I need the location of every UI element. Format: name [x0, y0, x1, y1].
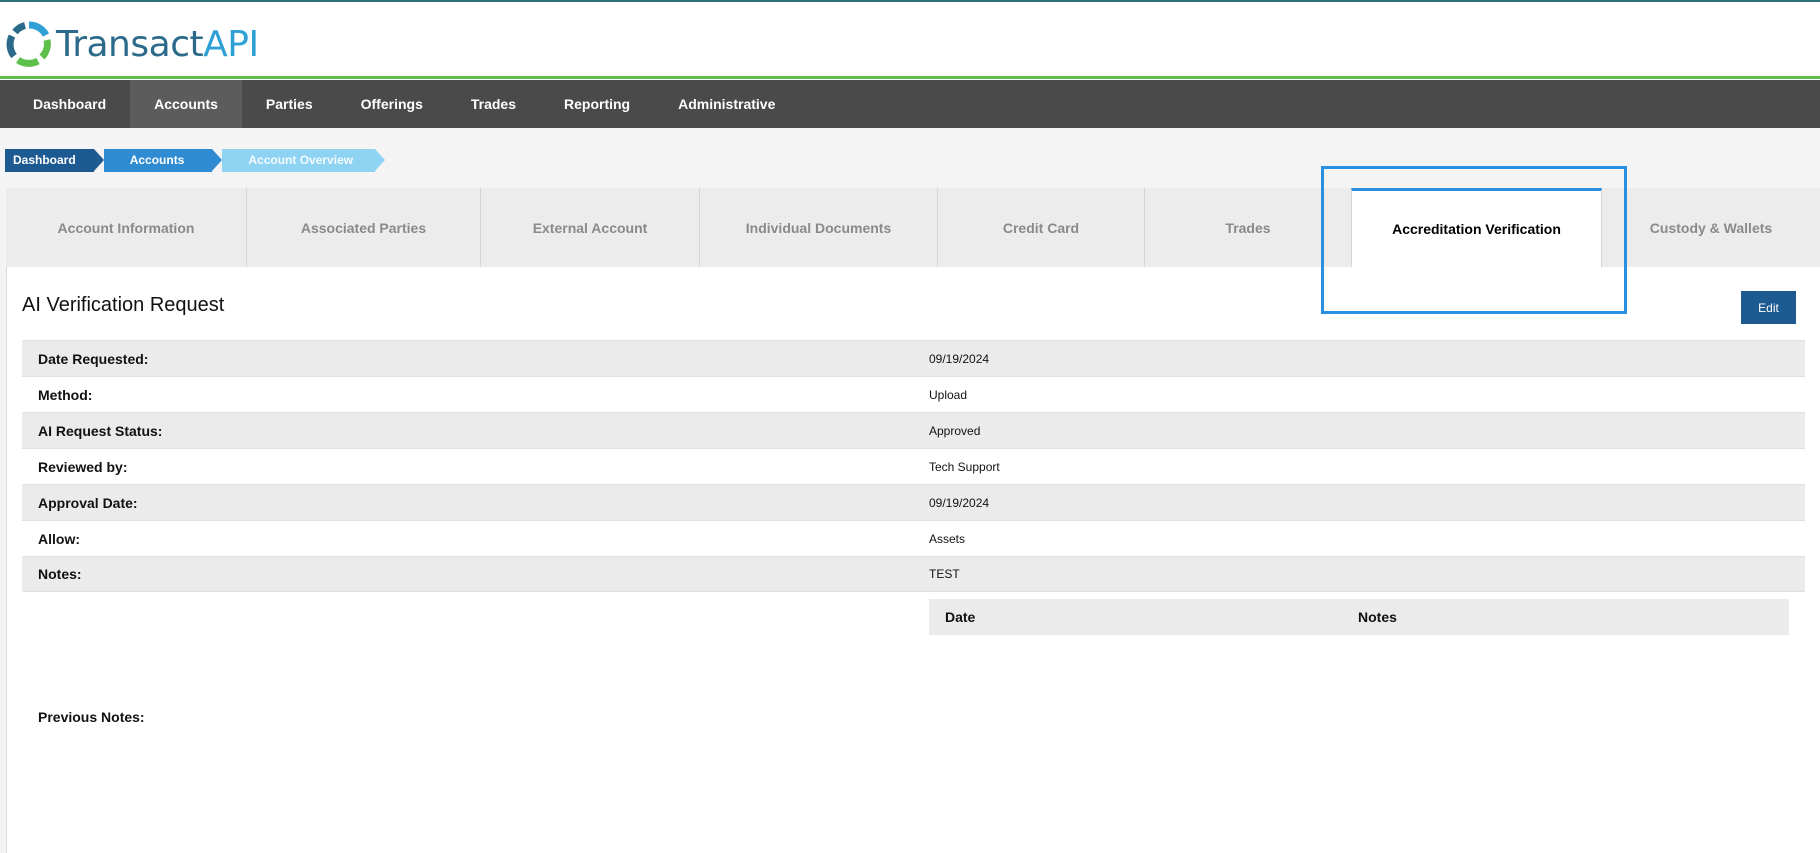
- detail-row-method: Method: Upload: [22, 376, 1805, 412]
- detail-label: Allow:: [38, 530, 80, 547]
- notes-col-notes: Notes: [1358, 609, 1397, 625]
- edit-button[interactable]: Edit: [1741, 291, 1796, 324]
- app-header: TransactAPI: [0, 2, 1820, 79]
- nav-accounts[interactable]: Accounts: [130, 80, 242, 128]
- nav-parties[interactable]: Parties: [242, 80, 337, 128]
- tab-accreditation-verification[interactable]: Accreditation Verification: [1351, 188, 1602, 267]
- detail-label: Method:: [38, 386, 93, 403]
- detail-value: Upload: [929, 387, 968, 402]
- nav-administrative[interactable]: Administrative: [654, 80, 799, 128]
- breadcrumb-dashboard[interactable]: Dashboard: [5, 149, 104, 172]
- detail-label: AI Request Status:: [38, 422, 163, 439]
- detail-row-reviewed-by: Reviewed by: Tech Support: [22, 448, 1805, 484]
- details-list: Date Requested: 09/19/2024 Method: Uploa…: [22, 340, 1805, 592]
- tab-trades[interactable]: Trades: [1145, 188, 1351, 267]
- detail-value: Tech Support: [929, 459, 1000, 474]
- logo[interactable]: TransactAPI: [6, 20, 259, 68]
- breadcrumb-account-overview: Account Overview: [222, 149, 385, 172]
- nav-dashboard[interactable]: Dashboard: [0, 80, 130, 128]
- detail-label: Approval Date:: [38, 494, 138, 511]
- detail-row-notes: Notes: TEST: [22, 556, 1805, 592]
- detail-value: TEST: [929, 567, 960, 581]
- account-tabs: Account Information Associated Parties E…: [6, 188, 1820, 267]
- detail-label: Notes:: [38, 566, 82, 582]
- nav-offerings[interactable]: Offerings: [337, 80, 447, 128]
- breadcrumb-accounts[interactable]: Accounts: [103, 149, 223, 172]
- tab-associated-parties[interactable]: Associated Parties: [247, 188, 481, 267]
- detail-label: Reviewed by:: [38, 458, 128, 475]
- tab-account-information[interactable]: Account Information: [6, 188, 247, 267]
- detail-value: Assets: [929, 531, 966, 546]
- detail-row-ai-request-status: AI Request Status: Approved: [22, 412, 1805, 448]
- tab-external-account[interactable]: External Account: [481, 188, 700, 267]
- detail-label: Date Requested:: [38, 350, 149, 367]
- section-title: AI Verification Request: [22, 294, 225, 316]
- previous-notes-label: Previous Notes:: [38, 709, 145, 725]
- breadcrumb: Dashboard Accounts Account Overview: [5, 149, 385, 172]
- detail-row-allow: Allow: Assets: [22, 520, 1805, 556]
- detail-row-date-requested: Date Requested: 09/19/2024: [22, 340, 1805, 376]
- nav-trades[interactable]: Trades: [447, 80, 540, 128]
- tab-individual-documents[interactable]: Individual Documents: [700, 188, 938, 267]
- tab-custody-wallets[interactable]: Custody & Wallets: [1602, 188, 1820, 267]
- detail-value: Approved: [929, 423, 981, 438]
- transactapi-logo-icon: [6, 21, 51, 67]
- logo-text: TransactAPI: [56, 23, 259, 65]
- detail-value: 09/19/2024: [929, 351, 990, 366]
- notes-table-header: Date Notes: [929, 599, 1789, 635]
- tab-credit-card[interactable]: Credit Card: [938, 188, 1145, 267]
- notes-col-date: Date: [945, 609, 976, 625]
- detail-row-approval-date: Approval Date: 09/19/2024: [22, 484, 1805, 520]
- detail-value: 09/19/2024: [929, 495, 990, 510]
- main-nav: Dashboard Accounts Parties Offerings Tra…: [0, 80, 1820, 128]
- nav-reporting[interactable]: Reporting: [540, 80, 654, 128]
